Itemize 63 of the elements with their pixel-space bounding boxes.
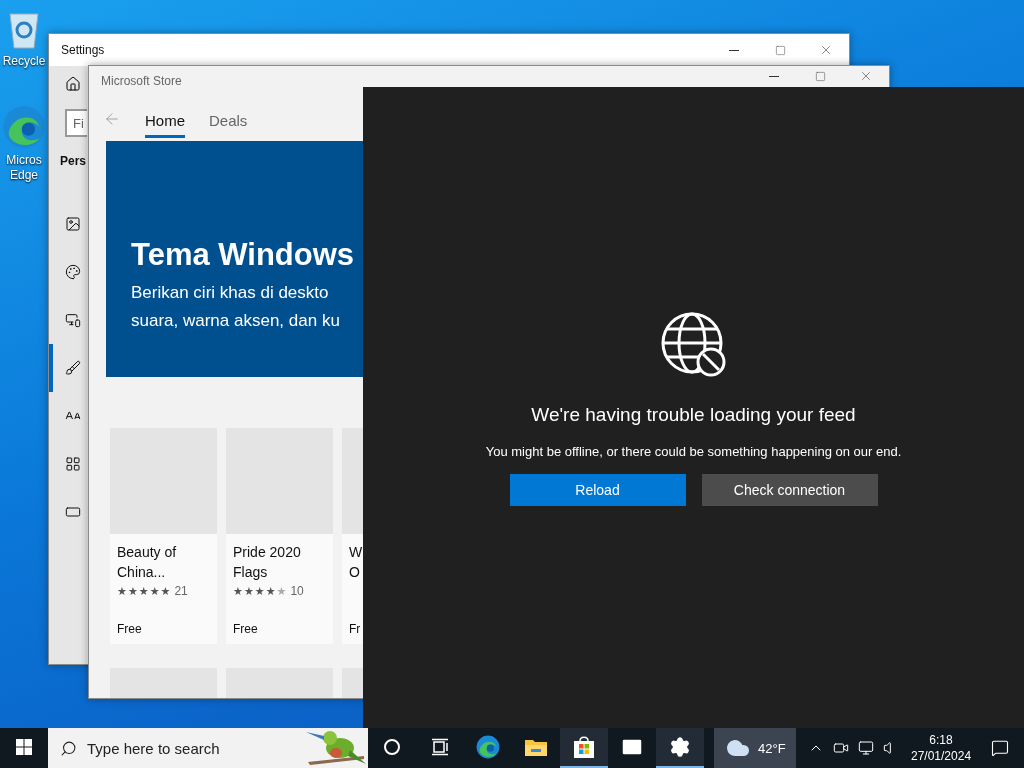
tab[interactable]: Deals [209,103,248,138]
banner[interactable]: Tema Windows Berikan ciri khas di deskto suara, warna aksen, dan ku [106,141,363,377]
star-icon: ★ [233,584,243,598]
app-title: W O [349,543,363,582]
start-icon [65,456,81,472]
globe-blocked-icon [660,312,727,378]
window-title: Microsoft Store [101,74,183,88]
themes-icon [65,360,81,376]
browser-shortcut-icon[interactable] [2,105,46,149]
app-card[interactable]: Pride 2020 Flags ★★★★★ 10 Free [226,428,333,644]
search-icon [60,739,77,757]
price: Free [233,622,259,636]
network-icon[interactable] [858,740,874,756]
close-icon [859,69,873,83]
circle-icon [383,738,401,756]
colors-icon [65,264,81,280]
notifications-icon[interactable] [991,739,1009,757]
weather-widget[interactable]: 42°F [714,728,796,768]
maximize-icon [774,44,786,56]
star-icon: ★ [138,584,149,598]
task-view-icon [431,738,449,756]
banner-text: Berikan ciri khas di deskto [131,282,330,304]
minimize-icon [769,75,779,77]
error-message: You might be offline, or there could be something happening on our end. [485,444,902,459]
banner-text: suara, warna aksen, dan ku [131,310,341,332]
store-bag-icon [573,735,595,759]
taskbar-app[interactable] [656,728,704,768]
banner-title: Tema Windows [131,237,356,273]
camera-icon[interactable] [833,740,849,756]
folder-icon [524,737,548,757]
taskbar-icon [65,504,81,520]
home-icon[interactable] [65,76,81,92]
app-title: Beauty of China... [117,543,178,582]
error-title: We're having trouble loading your feed [531,404,856,426]
app-card[interactable]: W O Fr [342,428,363,644]
clock[interactable]: 6:18 27/01/2024 [911,728,972,768]
star-icon: ★ [243,584,254,598]
app-card[interactable]: Beauty of China... ★★★★★ 21 Free [110,428,217,644]
star-icon: ★ [127,584,138,598]
section-heading: Pers [60,154,87,168]
star-icon: ★ [254,584,265,598]
search-field[interactable]: Fi [65,109,87,137]
background-icon [65,216,81,232]
tab[interactable]: Home [145,103,185,138]
rating-count: 10 [290,584,304,598]
price: Fr [349,622,362,636]
lock-screen-icon [65,312,81,328]
taskbar-app[interactable] [560,728,608,768]
reload-button[interactable]: Reload [509,474,686,506]
close-icon [819,43,833,57]
window-title: Settings [61,43,106,57]
star-icon: ★ [160,584,171,598]
maximize-icon [814,70,826,82]
app-title: Pride 2020 Flags [233,543,302,582]
edge-icon[interactable] [476,735,500,759]
star-icon: ★ [149,584,160,598]
star-icon: ★ [265,584,276,598]
minimize-icon [729,49,739,51]
check-connection-button[interactable]: Check connection [701,474,878,506]
star-icon: ★ [276,584,287,598]
rating-count: 21 [174,584,188,598]
price: Free [117,622,143,636]
star-icon: ★ [117,584,127,598]
